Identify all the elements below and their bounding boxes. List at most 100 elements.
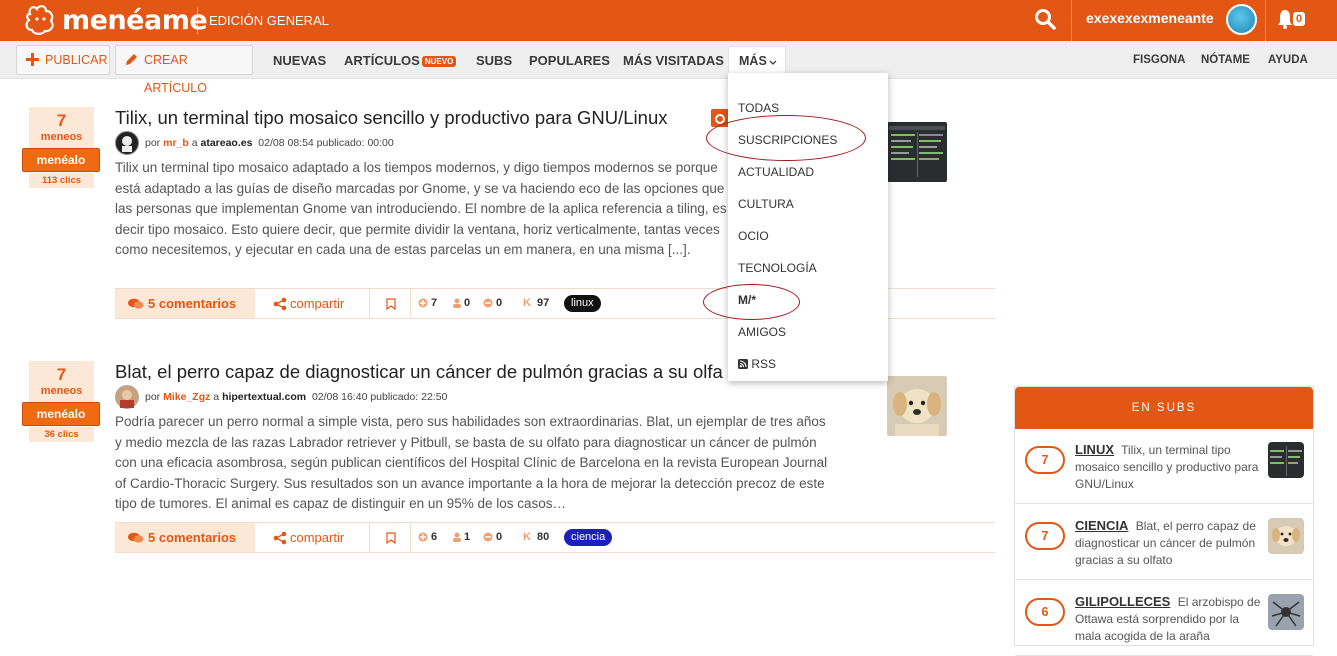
menealo-button[interactable]: menéalo (22, 402, 100, 426)
menu-item-todas[interactable]: TODAS (738, 101, 779, 115)
subs-item-text[interactable]: GILIPOLLECES El arzobispo de Ottawa está… (1075, 593, 1263, 645)
story-title[interactable]: Blat, el perro capaz de diagnosticar un … (115, 361, 723, 383)
menu-item-actualidad[interactable]: ACTUALIDAD (738, 165, 814, 179)
nav-nuevas[interactable]: NUEVAS (273, 53, 326, 68)
karma-value: 97 (537, 297, 550, 309)
nav-notame[interactable]: NÓTAME (1201, 54, 1250, 66)
share-button[interactable]: compartir (255, 289, 370, 318)
anonymous-votes: 0 (464, 297, 471, 309)
menu-item-amigos[interactable]: AMIGOS (738, 325, 786, 339)
story-summary: Tilix un terminal tipo mosaico adaptado … (115, 160, 727, 257)
nav-mas-visitadas[interactable]: MÁS VISITADAS (623, 53, 724, 68)
create-article-label: CREAR ARTÍCULO (144, 53, 207, 95)
source-link[interactable]: hipertextual.com (222, 391, 306, 403)
nav-subs[interactable]: SUBS (476, 53, 512, 68)
logo-wordmark: menéame (62, 4, 208, 36)
a-label: a (213, 391, 220, 403)
subs-name[interactable]: CIENCIA (1075, 518, 1128, 533)
bookmark-icon (386, 298, 396, 310)
story-actions: 5 comentarios compartir 6 1 0 K 80 cienc… (115, 522, 995, 553)
en-subs-box: EN SUBS 7 LINUX Tilix, un terminal tipo … (1014, 386, 1314, 656)
subs-item[interactable]: 7 CIENCIA Blat, el perro capaz de diagno… (1015, 505, 1313, 580)
story-tag[interactable]: ciencia (564, 529, 613, 546)
publish-button[interactable]: PUBLICAR (16, 45, 110, 75)
bookmark-button[interactable] (371, 523, 411, 552)
subs-item-text[interactable]: CIENCIA Blat, el perro capaz de diagnost… (1075, 517, 1263, 569)
menu-item-cultura[interactable]: CULTURA (738, 197, 794, 211)
nav-populares[interactable]: POPULARES (529, 53, 610, 68)
positive-votes: 6 (431, 531, 438, 543)
author-link[interactable]: Mike_Zgz (163, 391, 210, 403)
anonymous-votes-icon (453, 532, 461, 542)
menealo-button[interactable]: menéalo (22, 148, 100, 172)
story-meta: por mr_b a atareao.es 02/08 08:54 public… (145, 137, 394, 149)
search-icon (1035, 9, 1056, 30)
subs-thumbnail[interactable] (1268, 442, 1304, 478)
create-article-button[interactable]: CREAR ARTÍCULO (115, 45, 253, 95)
comments-label: 5 comentarios (148, 530, 237, 545)
por-label: por (145, 391, 161, 403)
username[interactable]: exexexexmeneante (1086, 10, 1214, 26)
negative-votes: 0 (496, 531, 503, 543)
chevron-down-icon (769, 60, 777, 65)
subs-item-text[interactable]: LINUX Tilix, un terminal tipo mosaico se… (1075, 441, 1263, 493)
subs-thumbnail[interactable] (1268, 518, 1304, 554)
comments-icon (128, 298, 144, 309)
share-icon (273, 531, 287, 545)
author-link[interactable]: mr_b (163, 137, 189, 149)
story-date: 02/08 08:54 publicado: 00:00 (258, 137, 394, 149)
subs-name[interactable]: GILIPOLLECES (1075, 594, 1170, 609)
subs-name[interactable]: LINUX (1075, 442, 1114, 457)
author-avatar[interactable] (115, 385, 139, 409)
comments-button[interactable]: 5 comentarios (115, 523, 255, 552)
nav-fisgona[interactable]: FISGONA (1133, 54, 1185, 66)
story-date: 02/08 16:40 publicado: 22:50 (311, 391, 448, 403)
subs-thumbnail[interactable] (1268, 594, 1304, 630)
bell-icon (1278, 10, 1292, 29)
vote-box: 7 meneos (29, 361, 94, 402)
story-meta: por Mike_Zgz a hipertextual.com 02/08 16… (145, 391, 447, 403)
menu-item-rss[interactable]: RSS (738, 357, 776, 371)
subs-item[interactable]: 6 GILIPOLLECES El arzobispo de Ottawa es… (1015, 581, 1313, 656)
subs-vote-count: 6 (1025, 598, 1065, 626)
story-thumbnail[interactable] (887, 122, 947, 182)
author-avatar[interactable] (115, 131, 139, 155)
vote-label: meneos (40, 385, 83, 397)
meneame-logo-icon (25, 5, 54, 35)
nav-articulos[interactable]: ARTÍCULOS NUEVO (344, 53, 457, 68)
anonymous-votes: 1 (464, 531, 471, 543)
site-logo[interactable]: menéame (24, 3, 208, 37)
divider (1265, 0, 1266, 41)
bookmark-button[interactable] (371, 289, 411, 318)
karma-icon: K (523, 531, 531, 543)
comments-button[interactable]: 5 comentarios (115, 289, 255, 318)
positive-votes: 7 (431, 297, 438, 309)
story-thumbnail[interactable] (887, 376, 947, 436)
vote-box: 7 meneos (29, 107, 94, 148)
menu-item-ocio[interactable]: OCIO (738, 229, 769, 243)
share-button[interactable]: compartir (255, 523, 370, 552)
nav-articulos-label: ARTÍCULOS (344, 53, 420, 68)
search-button[interactable] (1033, 7, 1059, 33)
publish-label: PUBLICAR (45, 53, 108, 67)
negative-votes: 0 (496, 297, 503, 309)
menu-item-tecnologia[interactable]: TECNOLOGÍA (738, 261, 817, 275)
notifications-button[interactable]: 0 (1277, 8, 1317, 32)
edition-label[interactable]: EDICIÓN GENERAL (197, 7, 329, 34)
menu-item-rss-label: RSS (751, 357, 777, 371)
karma-icon: K (523, 297, 531, 309)
subs-item[interactable]: 7 LINUX Tilix, un terminal tipo mosaico … (1015, 429, 1313, 504)
en-subs-title: EN SUBS (1015, 387, 1313, 429)
user-avatar[interactable] (1226, 4, 1257, 35)
story-tag[interactable]: linux (564, 295, 601, 312)
nav-ayuda[interactable]: AYUDA (1268, 54, 1308, 66)
story-summary: Podría parecer un perro normal a simple … (115, 414, 828, 511)
anonymous-votes-icon (453, 298, 461, 308)
nuevo-badge: NUEVO (421, 56, 457, 67)
negative-votes-icon (483, 532, 493, 542)
subs-vote-count: 7 (1025, 522, 1065, 550)
positive-votes-icon (418, 298, 428, 308)
source-link[interactable]: atareao.es (200, 137, 252, 149)
story-title[interactable]: Tilix, un terminal tipo mosaico sencillo… (115, 107, 668, 129)
clicks-count: 113 clics (29, 173, 94, 188)
